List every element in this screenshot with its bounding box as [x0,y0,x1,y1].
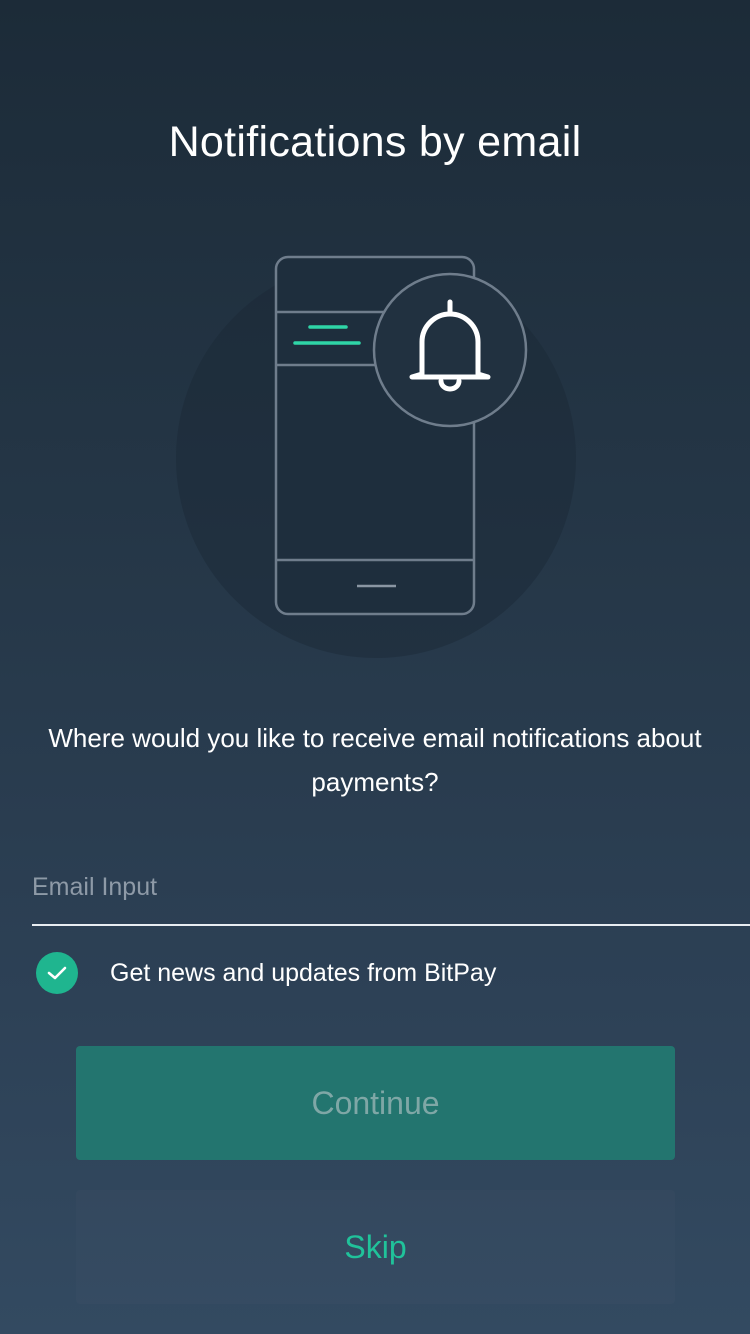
newsletter-checkbox[interactable] [36,952,78,994]
newsletter-option[interactable]: Get news and updates from BitPay [36,950,496,996]
continue-button[interactable]: Continue [76,1046,675,1160]
notification-illustration [176,250,576,660]
newsletter-label: Get news and updates from BitPay [110,958,497,987]
checkmark-icon [47,966,67,980]
continue-label: Continue [311,1084,440,1121]
page-title: Notifications by email [168,118,582,166]
skip-label: Skip [344,1228,407,1265]
email-input[interactable] [32,850,750,926]
skip-button[interactable]: Skip [76,1190,675,1304]
email-question: Where would you like to receive email no… [48,723,702,797]
